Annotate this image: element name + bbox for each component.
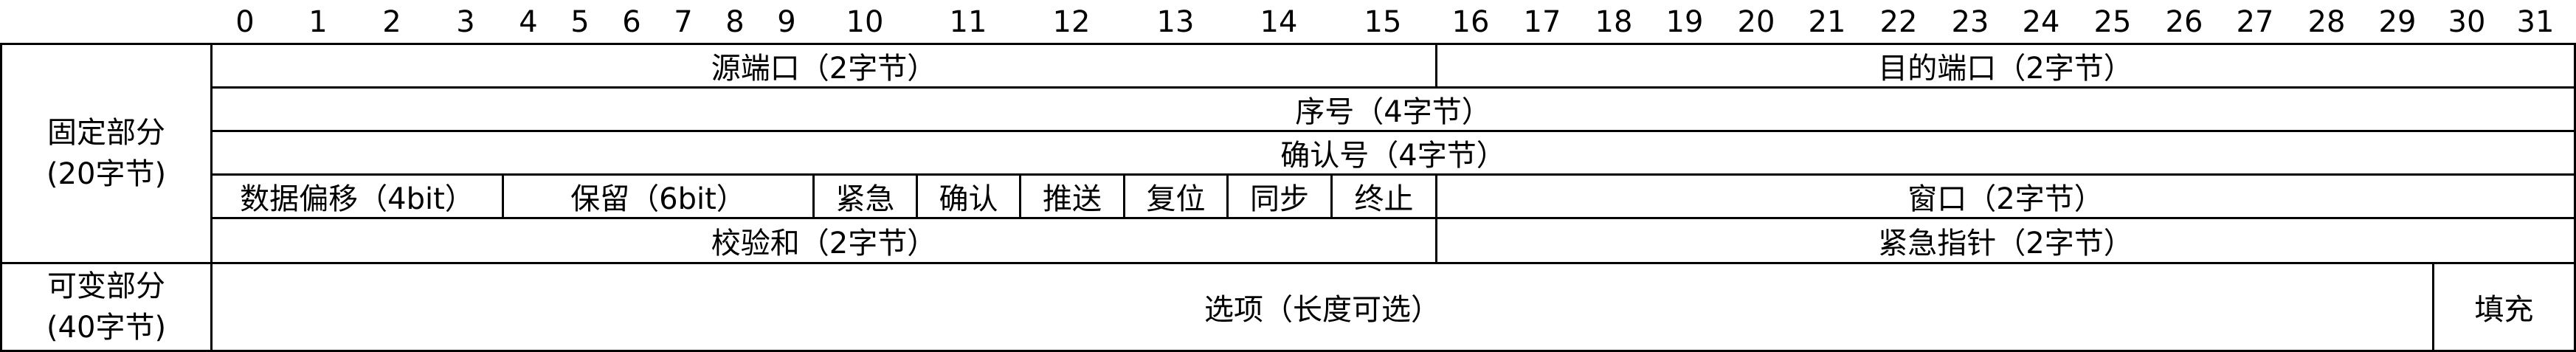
rst-flag: 复位 — [1123, 173, 1229, 219]
bit-label-22: 22 — [1879, 5, 1918, 39]
data-offset-field: 数据偏移（4bit） — [210, 173, 504, 219]
bit-label-10: 10 — [846, 5, 884, 39]
bit-label-30: 30 — [2448, 5, 2486, 39]
bit-label-11: 11 — [949, 5, 987, 39]
sequence-number-field: 序号（4字节） — [210, 86, 2576, 132]
variable-part-label: 可变部分 (40字节) — [0, 262, 213, 352]
bit-label-15: 15 — [1364, 5, 1402, 39]
fixed-part-label: 固定部分 (20字节) — [0, 43, 213, 264]
bit-label-21: 21 — [1808, 5, 1846, 39]
bit-label-16: 16 — [1451, 5, 1490, 39]
psh-flag: 推送 — [1019, 173, 1125, 219]
padding-field: 填充 — [2432, 262, 2576, 352]
fin-flag: 终止 — [1330, 173, 1437, 219]
bit-label-17: 17 — [1523, 5, 1561, 39]
bit-label-0: 0 — [235, 5, 255, 39]
window-field: 窗口（2字节） — [1435, 173, 2576, 219]
dest-port-field: 目的端口（2字节） — [1435, 43, 2576, 89]
fixed-part-line2: (20字节) — [46, 157, 167, 191]
bit-label-27: 27 — [2236, 5, 2274, 39]
bit-label-24: 24 — [2022, 5, 2060, 39]
bit-label-19: 19 — [1665, 5, 1704, 39]
bit-label-6: 6 — [622, 5, 641, 39]
bit-label-3: 3 — [456, 5, 475, 39]
bit-label-5: 5 — [570, 5, 590, 39]
bit-label-13: 13 — [1156, 5, 1195, 39]
bit-label-18: 18 — [1595, 5, 1633, 39]
urgent-pointer-field: 紧急指针（2字节） — [1435, 217, 2576, 264]
syn-flag: 同步 — [1226, 173, 1333, 219]
bit-label-29: 29 — [2378, 5, 2417, 39]
ack-number-field: 确认号（4字节） — [210, 130, 2576, 176]
tcp-header-diagram: 0 1 2 3 4 5 6 7 8 9 10 11 12 13 14 15 16 17 18 19 20 21 22 23 24… — [0, 0, 2576, 352]
bit-label-2: 2 — [382, 5, 401, 39]
bit-label-20: 20 — [1737, 5, 1775, 39]
bit-label-8: 8 — [725, 5, 745, 39]
bit-label-9: 9 — [777, 5, 796, 39]
bit-label-14: 14 — [1260, 5, 1298, 39]
variable-part-line1: 可变部分 — [47, 269, 165, 303]
bit-label-4: 4 — [519, 5, 538, 39]
source-port-field: 源端口（2字节） — [210, 43, 1437, 89]
options-field: 选项（长度可选） — [210, 262, 2434, 352]
ack-flag: 确认 — [916, 173, 1021, 219]
reserved-field: 保留（6bit） — [502, 173, 815, 219]
checksum-field: 校验和（2字节） — [210, 217, 1437, 264]
bit-label-23: 23 — [1951, 5, 1989, 39]
variable-part-line2: (40字节) — [46, 311, 167, 345]
fixed-part-line1: 固定部分 — [47, 116, 165, 150]
bit-label-26: 26 — [2165, 5, 2203, 39]
bit-label-7: 7 — [674, 5, 693, 39]
bit-label-28: 28 — [2307, 5, 2346, 39]
bit-label-25: 25 — [2093, 5, 2132, 39]
bit-label-31: 31 — [2516, 5, 2555, 39]
bit-label-12: 12 — [1052, 5, 1091, 39]
urg-flag: 紧急 — [812, 173, 918, 219]
bit-label-1: 1 — [308, 5, 328, 39]
